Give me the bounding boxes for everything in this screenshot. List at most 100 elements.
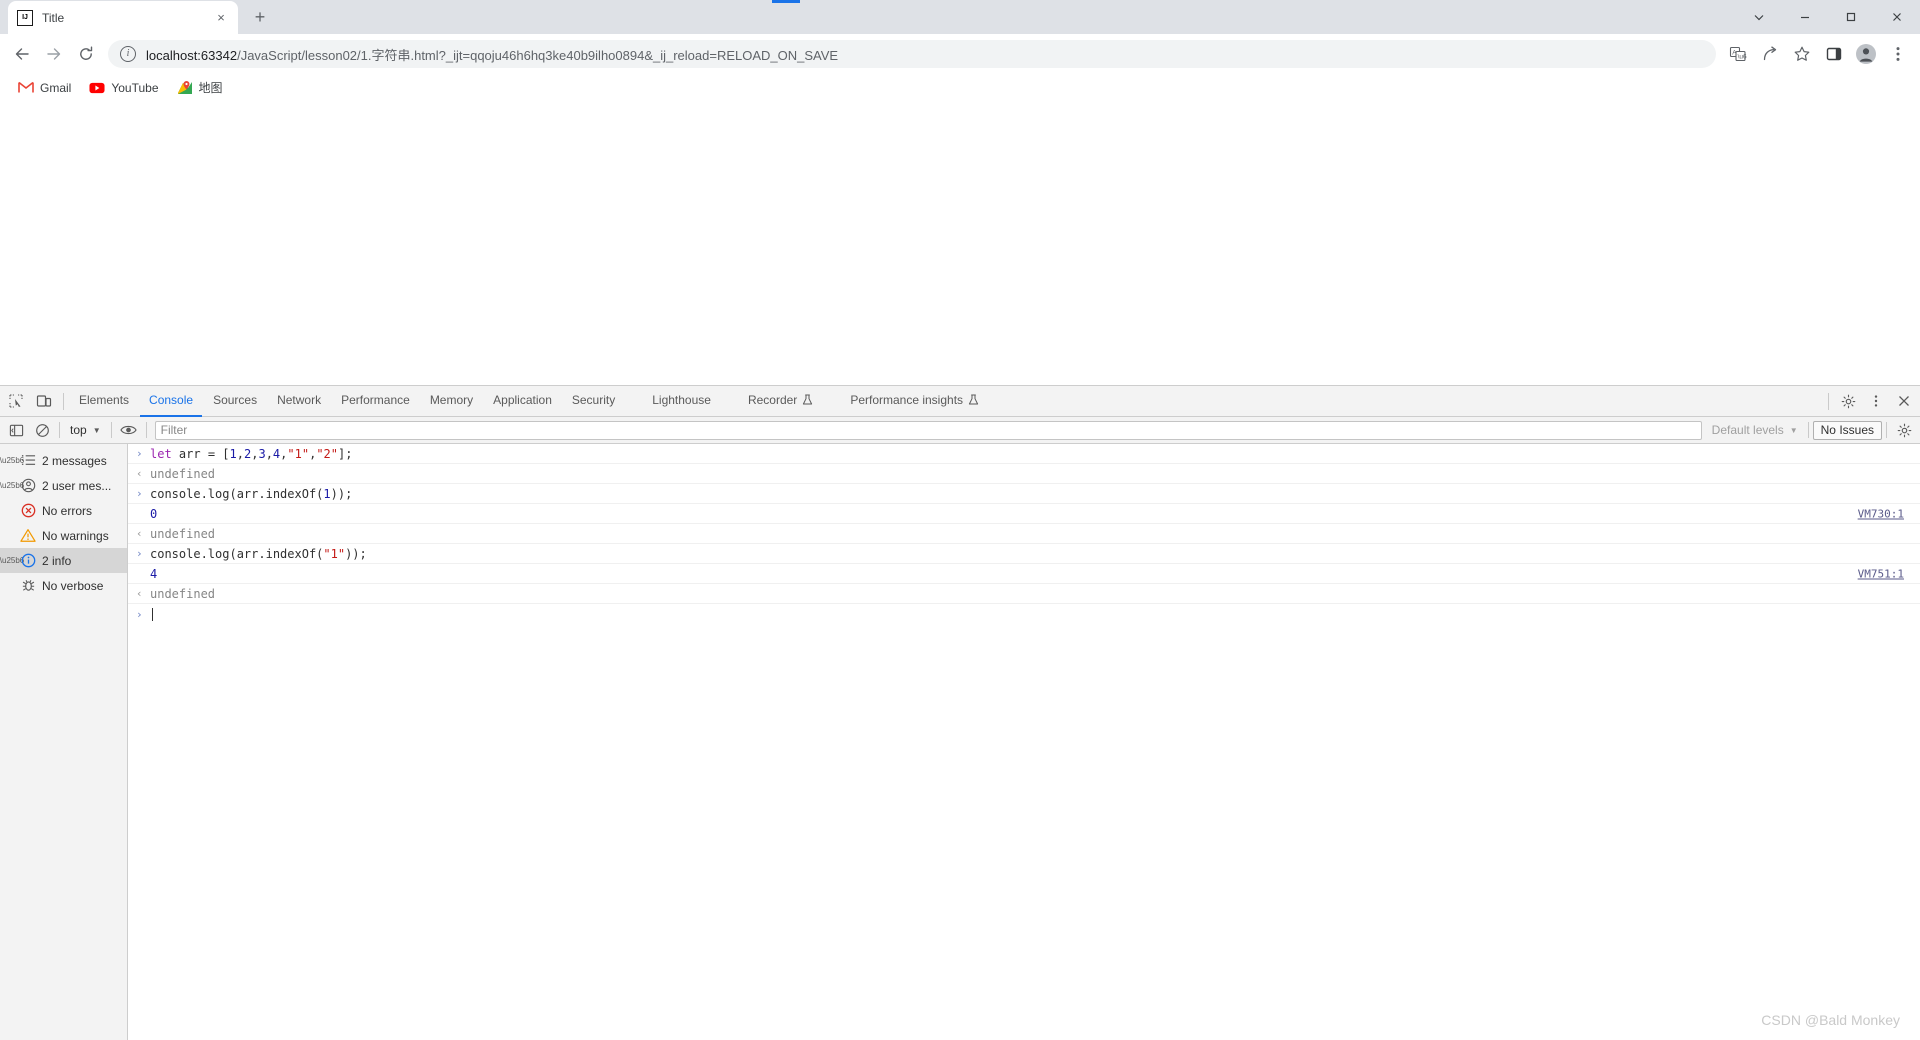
sidebar-item-warnings[interactable]: No warnings	[0, 523, 127, 548]
flask-icon	[802, 394, 813, 406]
live-expression-icon[interactable]	[116, 419, 142, 442]
bookmark-gmail[interactable]: Gmail	[10, 76, 79, 100]
tab-label: Application	[493, 393, 552, 407]
console-row-input[interactable]: › console.log(arr.indexOf("1"));	[128, 544, 1920, 564]
tab-console[interactable]: Console	[140, 386, 203, 417]
close-icon[interactable]: ×	[213, 10, 229, 26]
source-link[interactable]: VM730:1	[1858, 507, 1904, 520]
result-arrow-icon: ‹	[136, 467, 143, 480]
user-message-icon	[18, 478, 38, 493]
bookmark-label: YouTube	[111, 80, 159, 95]
minimize-icon[interactable]	[1782, 0, 1828, 33]
tab-application[interactable]: Application	[484, 386, 561, 417]
tab-recorder[interactable]: Recorder	[739, 386, 822, 417]
tab-label: Security	[571, 393, 616, 407]
bookmark-youtube[interactable]: YouTube	[81, 76, 166, 100]
tab-label: Sources	[213, 393, 258, 407]
filter-input[interactable]: Filter	[154, 420, 1702, 440]
more-options-icon[interactable]	[1862, 388, 1890, 414]
star-icon[interactable]	[1786, 38, 1818, 70]
console-prompt-input[interactable]	[150, 607, 1920, 621]
console-output[interactable]: › let arr = [1,2,3,4,"1","2"]; ‹ undefin…	[128, 444, 1920, 1040]
forward-arrow-icon[interactable]	[38, 38, 70, 70]
inspect-element-icon[interactable]	[2, 388, 30, 414]
console-toolbar: top ▼ Filter Default levels ▼ No Issues	[0, 417, 1920, 444]
chevron-down-icon: ▼	[1789, 425, 1798, 435]
console-row-log: 0 VM730:1	[128, 504, 1920, 524]
new-tab-button[interactable]: +	[246, 3, 274, 31]
tab-security[interactable]: Security	[563, 386, 624, 417]
divider	[110, 422, 112, 438]
sidebar-item-label: No warnings	[42, 528, 109, 543]
expand-triangle-icon[interactable]: \u25b6	[0, 456, 24, 465]
sidebar-item-errors[interactable]: No errors	[0, 498, 127, 523]
tab-performance-insights[interactable]: Performance insights	[841, 386, 988, 417]
console-prompt[interactable]: ›	[128, 604, 1920, 624]
profile-avatar-icon[interactable]	[1850, 38, 1882, 70]
tab-sources[interactable]: Sources	[204, 386, 266, 417]
log-levels-selector[interactable]: Default levels ▼	[1706, 420, 1804, 441]
input-arrow-icon: ›	[136, 607, 143, 621]
expand-triangle-icon[interactable]: \u25b6	[0, 481, 24, 490]
site-info-icon[interactable]: i	[120, 46, 136, 62]
tab-elements[interactable]: Elements	[70, 386, 138, 417]
console-log-value: 0	[150, 506, 158, 521]
input-arrow-icon: ›	[136, 447, 143, 460]
reload-icon[interactable]	[70, 38, 102, 70]
context-label: top	[70, 423, 87, 437]
chevron-down-icon[interactable]	[1736, 0, 1782, 33]
url-path: /JavaScript/lesson02/1.字符串.html?_ijt=qqo…	[237, 47, 839, 63]
translate-icon[interactable]: A\u6587	[1722, 38, 1754, 70]
address-bar[interactable]: i localhost:63342/JavaScript/lesson02/1.…	[108, 40, 1716, 68]
tab-label: Console	[149, 393, 194, 407]
tab-lighthouse[interactable]: Lighthouse	[643, 386, 720, 417]
bookmarks-bar: Gmail YouTube 地图	[0, 74, 1920, 102]
google-maps-icon	[177, 80, 193, 96]
issues-button[interactable]: No Issues	[1812, 420, 1882, 440]
source-link[interactable]: VM751:1	[1858, 567, 1904, 580]
console-sidebar-toggle-icon[interactable]	[3, 419, 29, 442]
execution-context-selector[interactable]: top ▼	[64, 420, 107, 441]
text-cursor	[152, 608, 153, 621]
console-row-input[interactable]: › console.log(arr.indexOf(1));	[128, 484, 1920, 504]
bookmark-maps[interactable]: 地图	[169, 76, 231, 100]
maximize-icon[interactable]	[1828, 0, 1874, 33]
tab-performance[interactable]: Performance	[332, 386, 419, 417]
browser-tab[interactable]: IJ Title ×	[8, 1, 238, 34]
clear-console-icon[interactable]	[29, 419, 55, 442]
sidebar-item-user-messages[interactable]: \u25b6 2 user mes...	[0, 473, 127, 498]
back-arrow-icon[interactable]	[6, 38, 38, 70]
console-settings-gear-icon[interactable]	[1891, 419, 1917, 442]
url-host: localhost:63342	[146, 47, 238, 63]
share-icon[interactable]	[1754, 38, 1786, 70]
sidebar-item-messages[interactable]: \u25b6 2 messages	[0, 448, 127, 473]
console-row-input[interactable]: › let arr = [1,2,3,4,"1","2"];	[128, 444, 1920, 464]
device-toolbar-icon[interactable]	[30, 388, 58, 414]
divider	[1807, 422, 1809, 438]
settings-gear-icon[interactable]	[1834, 388, 1862, 414]
tab-memory[interactable]: Memory	[421, 386, 482, 417]
filter-placeholder: Filter	[160, 423, 188, 437]
expand-triangle-icon[interactable]: \u25b6	[0, 556, 24, 565]
youtube-icon	[89, 80, 105, 96]
tab-network[interactable]: Network	[268, 386, 330, 417]
console-expression: console.log(arr.indexOf(1));	[150, 486, 353, 501]
console-expression: let arr = [1,2,3,4,"1","2"];	[150, 446, 353, 461]
console-row-result: ‹ undefined	[128, 584, 1920, 604]
result-arrow-icon: ‹	[136, 527, 143, 540]
sidebar-item-info[interactable]: \u25b6 2 info	[0, 548, 127, 573]
divider	[145, 422, 147, 438]
warning-triangle-icon	[18, 528, 38, 543]
side-panel-icon[interactable]	[1818, 38, 1850, 70]
more-menu-icon[interactable]	[1882, 38, 1914, 70]
close-devtools-icon[interactable]	[1890, 388, 1918, 414]
divider	[1828, 392, 1829, 410]
devtools-tab-bar: Elements Console Sources Network Perform…	[0, 386, 1920, 417]
sidebar-item-verbose[interactable]: No verbose	[0, 573, 127, 598]
svg-text:\u6587: \u6587	[1738, 54, 1747, 61]
input-arrow-icon: ›	[136, 547, 143, 560]
close-window-icon[interactable]	[1874, 0, 1920, 33]
tab-label: Performance	[341, 393, 410, 407]
divider	[63, 392, 64, 410]
tab-label: Memory	[429, 393, 474, 407]
